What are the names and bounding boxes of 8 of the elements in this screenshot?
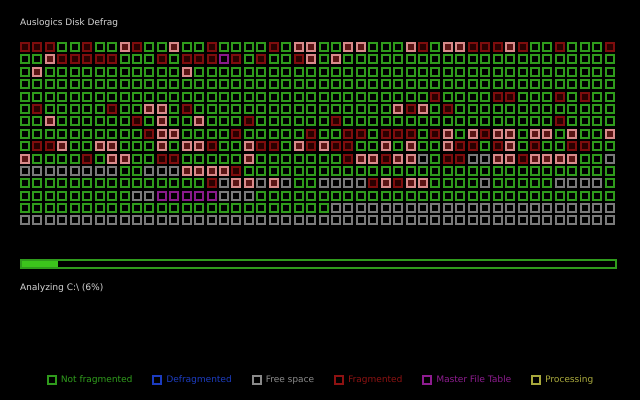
window-title: Auslogics Disk Defrag <box>20 17 120 29</box>
status-text: Analyzing C:\ (6%) <box>20 283 104 294</box>
legend-label: Free space <box>266 375 314 386</box>
legend-label: Processing <box>545 375 594 386</box>
legend-label: Fragmented <box>348 375 402 386</box>
legend-label: Master File Table <box>436 375 512 386</box>
legend-label: Not fragmented <box>60 375 132 386</box>
legend-label: Defragmented <box>166 375 232 386</box>
